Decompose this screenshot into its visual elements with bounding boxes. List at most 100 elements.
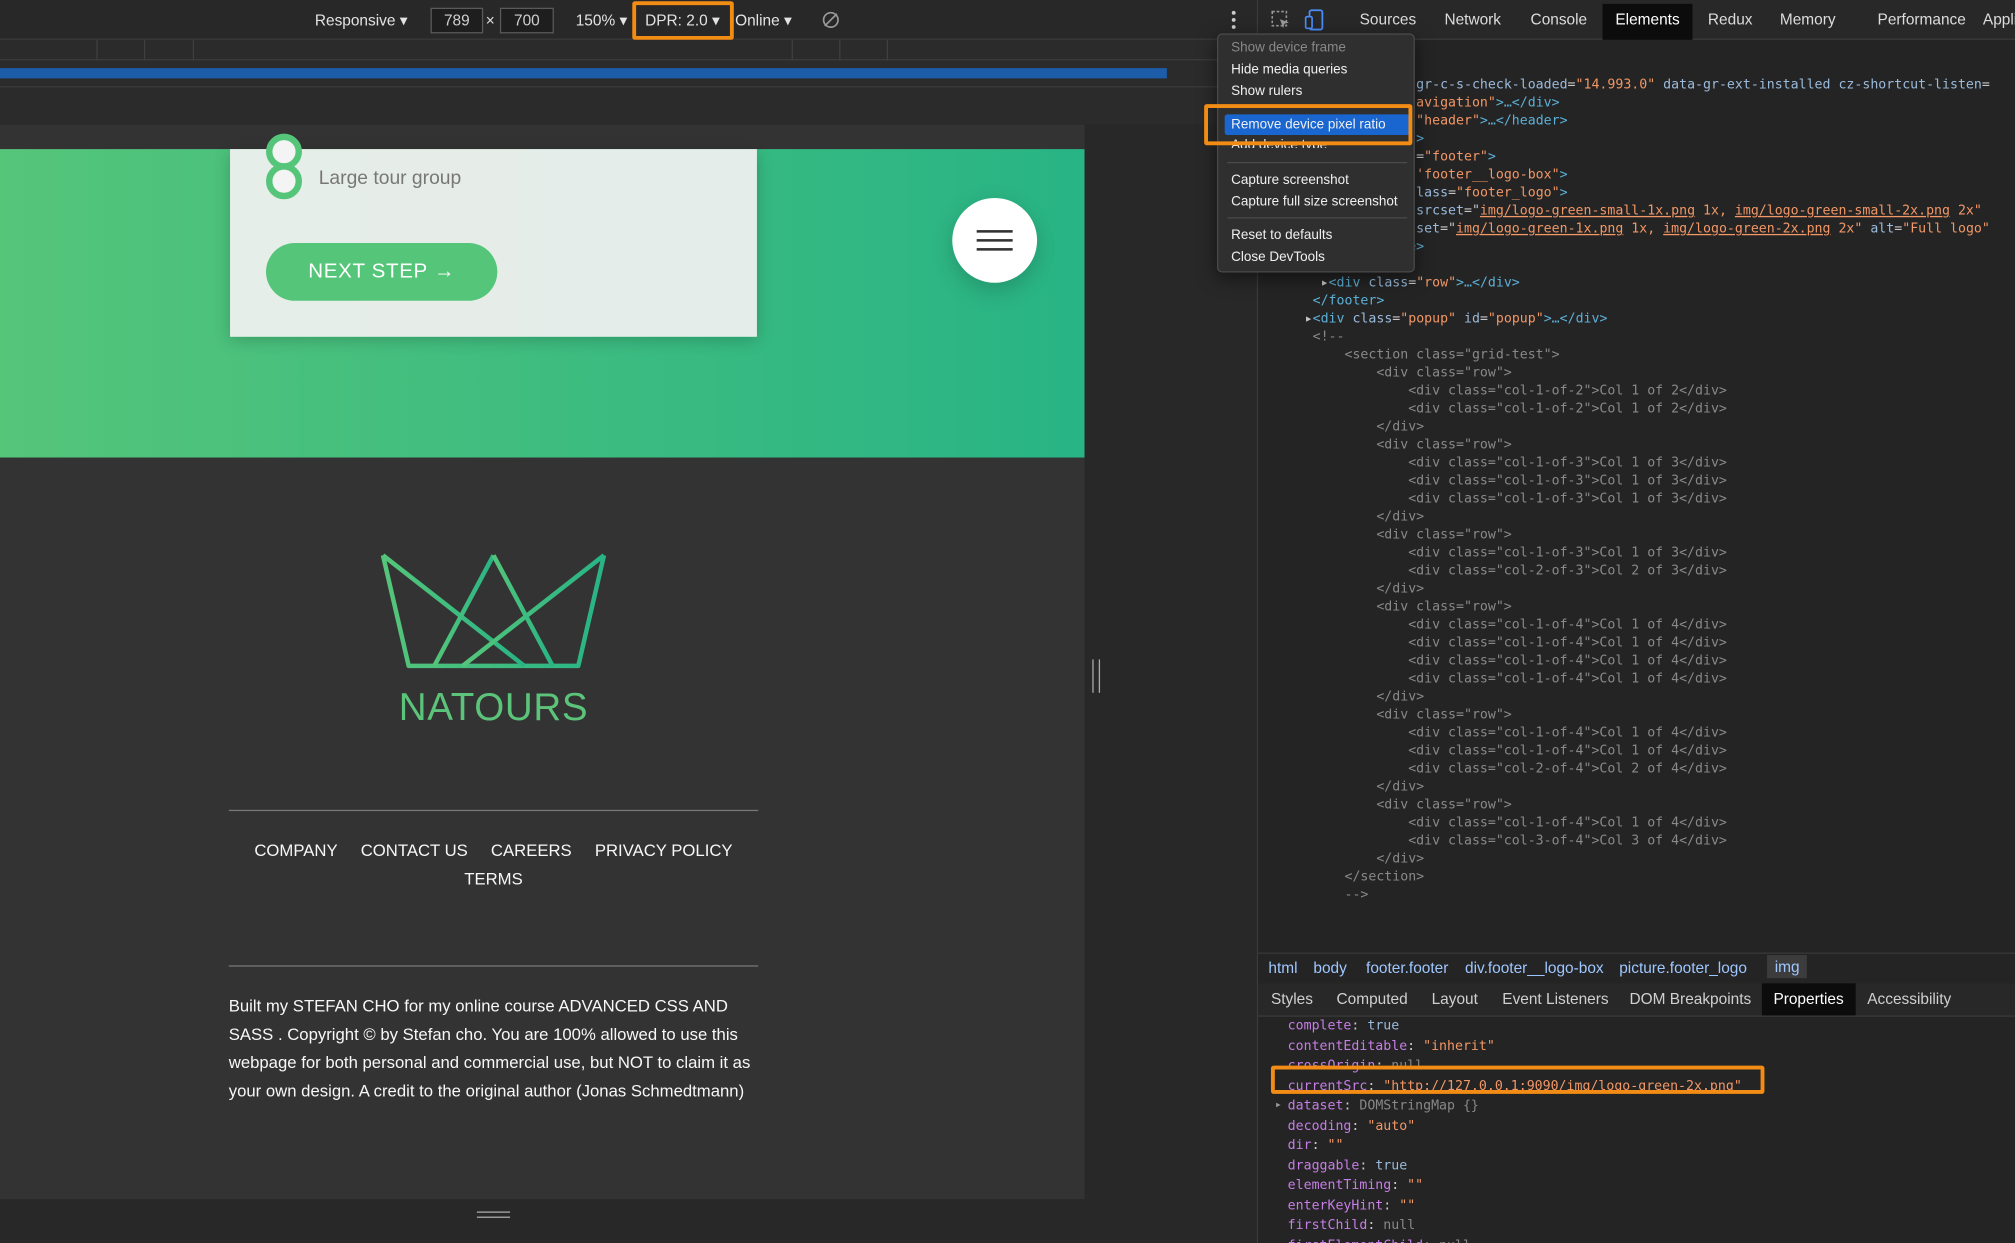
footer-link-privacy[interactable]: PRIVACY POLICY bbox=[595, 837, 733, 865]
dom-tree-line[interactable]: <div class="col-1-of-3">Col 1 of 3</div> bbox=[1258, 490, 2015, 508]
properties-list[interactable]: complete: true contentEditable: "inherit"… bbox=[1258, 1017, 2015, 1243]
property-row[interactable]: enterKeyHint: "" bbox=[1258, 1196, 2015, 1216]
tab-computed[interactable]: Computed bbox=[1337, 990, 1408, 1008]
dom-tree-line[interactable]: <div class="row"> bbox=[1258, 526, 2015, 544]
dom-tree-line[interactable]: ▸<div class="popup" id="popup">…</div> bbox=[1258, 310, 2015, 328]
dom-tree-line[interactable]: </div> bbox=[1258, 418, 2015, 436]
breadcrumb-body[interactable]: body bbox=[1313, 959, 1346, 977]
dom-tree-line[interactable]: </div> bbox=[1258, 850, 2015, 868]
dom-tree-line[interactable]: <div class="col-1-of-3">Col 1 of 3</div> bbox=[1258, 544, 2015, 562]
footer-link-contact[interactable]: CONTACT US bbox=[361, 837, 468, 865]
dom-tree-line[interactable]: <div class="row"> bbox=[1258, 364, 2015, 382]
tab-styles[interactable]: Styles bbox=[1271, 990, 1313, 1008]
menu-item-reset-defaults[interactable]: Reset to defaults bbox=[1231, 228, 1332, 243]
menu-item-close-devtools[interactable]: Close DevTools bbox=[1231, 249, 1325, 264]
code-token: "footer" bbox=[1424, 149, 1488, 165]
media-query-bar[interactable] bbox=[0, 39, 1257, 61]
menu-item-capture-full-screenshot[interactable]: Capture full size screenshot bbox=[1231, 194, 1398, 209]
tab-network[interactable]: Network bbox=[1444, 10, 1501, 28]
dom-tree-line[interactable]: <div class="col-1-of-3">Col 1 of 3</div> bbox=[1258, 472, 2015, 490]
inspect-element-icon[interactable] bbox=[1271, 10, 1290, 29]
dom-tree-line[interactable]: </div> bbox=[1258, 580, 2015, 598]
width-resize-handle[interactable] bbox=[1092, 659, 1101, 693]
width-input[interactable]: 789 bbox=[430, 7, 484, 34]
dom-tree-line[interactable]: </div> bbox=[1258, 688, 2015, 706]
tab-memory[interactable]: Memory bbox=[1780, 10, 1836, 28]
menu-button[interactable] bbox=[952, 197, 1038, 283]
dom-tree-line[interactable]: <div class="col-1-of-4">Col 1 of 4</div> bbox=[1258, 742, 2015, 760]
tab-application[interactable]: Appli bbox=[1983, 10, 2015, 28]
footer-link-terms[interactable]: TERMS bbox=[464, 865, 522, 893]
network-select[interactable]: Online ▾ bbox=[735, 12, 792, 30]
tab-elements[interactable]: Elements bbox=[1602, 3, 1693, 40]
dom-tree-line[interactable]: <div class="row"> bbox=[1258, 706, 2015, 724]
dom-tree-line[interactable]: <div class="row"> bbox=[1258, 598, 2015, 616]
dom-tree-line[interactable]: <div class="col-2-of-3">Col 2 of 3</div> bbox=[1258, 562, 2015, 580]
footer-link-careers[interactable]: CAREERS bbox=[491, 837, 572, 865]
dom-tree-line[interactable]: </div> bbox=[1258, 508, 2015, 526]
breadcrumb-html[interactable]: html bbox=[1268, 959, 1297, 977]
tab-redux[interactable]: Redux bbox=[1708, 10, 1753, 28]
tab-layout[interactable]: Layout bbox=[1432, 990, 1478, 1008]
property-row[interactable]: firstElementChild: null bbox=[1258, 1236, 2015, 1243]
tab-dom-breakpoints[interactable]: DOM Breakpoints bbox=[1630, 990, 1752, 1008]
property-row[interactable]: decoding: "auto" bbox=[1258, 1116, 2015, 1136]
dom-tree-line[interactable]: <div class="col-3-of-4">Col 3 of 4</div> bbox=[1258, 832, 2015, 850]
dom-tree-line[interactable]: <div class="col-1-of-2">Col 1 of 2</div> bbox=[1258, 400, 2015, 418]
property-row[interactable]: dir: "" bbox=[1258, 1136, 2015, 1156]
code-token: =" bbox=[1463, 203, 1480, 219]
footer-link-company[interactable]: COMPANY bbox=[254, 837, 337, 865]
property-row[interactable]: elementTiming: "" bbox=[1258, 1176, 2015, 1196]
dom-tree-line[interactable]: <div class="col-1-of-4">Col 1 of 4</div> bbox=[1258, 724, 2015, 742]
next-step-button[interactable]: NEXT STEP → bbox=[266, 242, 498, 301]
breakpoint-ruler[interactable] bbox=[0, 60, 1257, 87]
dom-tree-line[interactable]: --> bbox=[1258, 886, 2015, 904]
menu-item-capture-screenshot[interactable]: Capture screenshot bbox=[1231, 172, 1349, 187]
breadcrumb-logo-box[interactable]: div.footer__logo-box bbox=[1465, 959, 1604, 977]
tab-performance[interactable]: Performance bbox=[1878, 10, 1966, 28]
property-row[interactable]: firstChild: null bbox=[1258, 1216, 2015, 1236]
tab-accessibility[interactable]: Accessibility bbox=[1867, 990, 1951, 1008]
breadcrumb-img[interactable]: img bbox=[1767, 955, 1808, 979]
dom-tree-line[interactable]: <section class="grid-test"> bbox=[1258, 346, 2015, 364]
dom-tree-line[interactable]: <div class="col-1-of-4">Col 1 of 4</div> bbox=[1258, 670, 2015, 688]
resize-bar[interactable] bbox=[0, 1199, 1105, 1243]
menu-item-hide-media-queries[interactable]: Hide media queries bbox=[1231, 62, 1347, 77]
property-row[interactable]: contentEditable: "inherit" bbox=[1258, 1037, 2015, 1057]
tab-console[interactable]: Console bbox=[1531, 10, 1588, 28]
device-mode-select[interactable]: Responsive ▾ bbox=[315, 12, 408, 30]
dom-tree-line[interactable]: <!-- bbox=[1258, 328, 2015, 346]
dom-tree-line[interactable]: <div class="col-1-of-4">Col 1 of 4</div> bbox=[1258, 634, 2015, 652]
radio-button-large-group[interactable] bbox=[266, 163, 302, 200]
property-row[interactable]: draggable: true bbox=[1258, 1156, 2015, 1176]
zoom-select[interactable]: 150% ▾ bbox=[576, 12, 627, 30]
dom-tree-line[interactable]: <div class="col-2-of-4">Col 2 of 4</div> bbox=[1258, 760, 2015, 778]
device-toolbar-toggle-icon[interactable] bbox=[1304, 9, 1324, 31]
expand-arrow-icon[interactable]: ▸ bbox=[1275, 1096, 1282, 1116]
dom-tree-line[interactable]: <div class="col-1-of-4">Col 1 of 4</div> bbox=[1258, 652, 2015, 670]
code-token: <div class="col-1-of-4">Col 1 of 4</div> bbox=[1408, 670, 1727, 687]
tab-event-listeners[interactable]: Event Listeners bbox=[1502, 990, 1608, 1008]
property-row[interactable]: complete: true bbox=[1258, 1017, 2015, 1037]
height-input[interactable]: 700 bbox=[499, 7, 554, 34]
breadcrumb-footer[interactable]: footer.footer bbox=[1366, 959, 1448, 977]
tab-properties[interactable]: Properties bbox=[1761, 983, 1856, 1016]
dom-tree-line[interactable]: ▸<div class="row">…</div> bbox=[1258, 274, 2015, 292]
dom-tree-line[interactable]: <div class="row"> bbox=[1258, 796, 2015, 814]
dom-tree-line[interactable]: <div class="col-1-of-4">Col 1 of 4</div> bbox=[1258, 616, 2015, 634]
dom-tree-line[interactable]: </section> bbox=[1258, 868, 2015, 886]
dom-tree-line[interactable]: <div class="col-1-of-4">Col 1 of 4</div> bbox=[1258, 814, 2015, 832]
drag-handle-icon[interactable] bbox=[476, 1210, 511, 1220]
menu-item-show-rulers[interactable]: Show rulers bbox=[1231, 84, 1302, 99]
property-row[interactable]: ▸ dataset: DOMStringMap {} bbox=[1258, 1096, 2015, 1116]
dom-tree-line[interactable]: <div class="col-1-of-2">Col 1 of 2</div> bbox=[1258, 382, 2015, 400]
more-options-icon[interactable] bbox=[1229, 10, 1239, 29]
dom-tree-line[interactable]: </footer> bbox=[1258, 292, 2015, 310]
dom-tree-line[interactable]: <div class="col-1-of-3">Col 1 of 3</div> bbox=[1258, 454, 2015, 472]
rotate-icon[interactable] bbox=[821, 10, 840, 29]
tab-sources[interactable]: Sources bbox=[1360, 10, 1417, 28]
breadcrumb-picture[interactable]: picture.footer_logo bbox=[1619, 959, 1747, 977]
dom-tree-line[interactable]: </div> bbox=[1258, 778, 2015, 796]
dom-tree-line[interactable]: <div class="row"> bbox=[1258, 436, 2015, 454]
